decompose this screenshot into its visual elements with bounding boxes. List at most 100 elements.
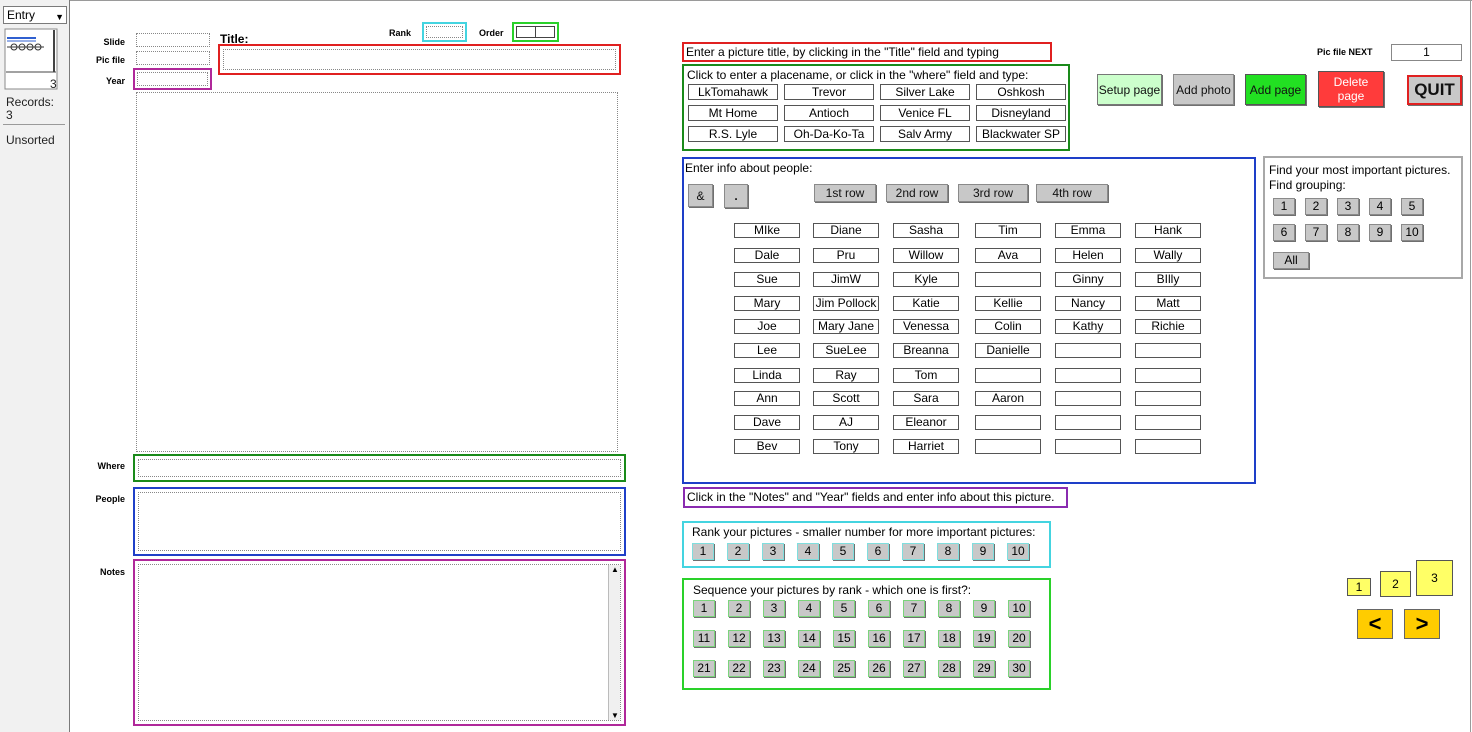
- rank-6-button[interactable]: 6: [867, 543, 889, 560]
- person-button[interactable]: Willow: [893, 248, 959, 263]
- sequence-1-button[interactable]: 1: [693, 600, 715, 617]
- sequence-25-button[interactable]: 25: [833, 660, 855, 677]
- picture-container[interactable]: [136, 92, 618, 452]
- find-8-button[interactable]: 8: [1337, 224, 1359, 241]
- sequence-28-button[interactable]: 28: [938, 660, 960, 677]
- person-button[interactable]: [975, 368, 1041, 383]
- person-button[interactable]: [1135, 415, 1201, 430]
- rank-10-button[interactable]: 10: [1007, 543, 1029, 560]
- rank-field[interactable]: [422, 22, 467, 42]
- sequence-2-button[interactable]: 2: [728, 600, 750, 617]
- place-button[interactable]: Blackwater SP: [976, 126, 1066, 142]
- person-button[interactable]: Hank: [1135, 223, 1201, 238]
- sequence-29-button[interactable]: 29: [973, 660, 995, 677]
- person-button[interactable]: Colin: [975, 319, 1041, 334]
- find-all-button[interactable]: All: [1273, 252, 1309, 269]
- record-number[interactable]: 3: [50, 77, 57, 91]
- person-button[interactable]: Katie: [893, 296, 959, 311]
- person-button[interactable]: Breanna: [893, 343, 959, 358]
- row-3-button[interactable]: 3rd row: [958, 184, 1028, 202]
- sequence-6-button[interactable]: 6: [868, 600, 890, 617]
- scroll-up-icon[interactable]: ▲: [611, 565, 619, 574]
- person-button[interactable]: Diane: [813, 223, 879, 238]
- sequence-19-button[interactable]: 19: [973, 630, 995, 647]
- person-button[interactable]: Aaron: [975, 391, 1041, 406]
- order-field[interactable]: [512, 22, 559, 42]
- person-button[interactable]: Venessa: [893, 319, 959, 334]
- find-7-button[interactable]: 7: [1305, 224, 1327, 241]
- find-1-button[interactable]: 1: [1273, 198, 1295, 215]
- person-button[interactable]: Joe: [734, 319, 800, 334]
- period-button[interactable]: .: [724, 184, 748, 208]
- pic-file-field[interactable]: [136, 51, 210, 65]
- rank-3-button[interactable]: 3: [762, 543, 784, 560]
- find-2-button[interactable]: 2: [1305, 198, 1327, 215]
- person-button[interactable]: Lee: [734, 343, 800, 358]
- sequence-20-button[interactable]: 20: [1008, 630, 1030, 647]
- rank-input[interactable]: [426, 26, 463, 38]
- person-button[interactable]: MIke: [734, 223, 800, 238]
- person-button[interactable]: [1055, 439, 1121, 454]
- person-button[interactable]: Dave: [734, 415, 800, 430]
- sequence-4-button[interactable]: 4: [798, 600, 820, 617]
- setup-page-button[interactable]: Setup page: [1097, 74, 1162, 105]
- where-input[interactable]: [138, 459, 621, 477]
- person-button[interactable]: Jim Pollock: [813, 296, 879, 311]
- sequence-15-button[interactable]: 15: [833, 630, 855, 647]
- place-button[interactable]: Salv Army: [880, 126, 970, 142]
- person-button[interactable]: Ginny: [1055, 272, 1121, 287]
- sequence-18-button[interactable]: 18: [938, 630, 960, 647]
- rank-1-button[interactable]: 1: [692, 543, 714, 560]
- sequence-21-button[interactable]: 21: [693, 660, 715, 677]
- find-10-button[interactable]: 10: [1401, 224, 1423, 241]
- people-input[interactable]: [138, 492, 621, 551]
- place-button[interactable]: Oshkosh: [976, 84, 1066, 100]
- place-button[interactable]: Silver Lake: [880, 84, 970, 100]
- person-button[interactable]: [1135, 343, 1201, 358]
- sequence-10-button[interactable]: 10: [1008, 600, 1030, 617]
- page-3-button[interactable]: 3: [1416, 560, 1453, 596]
- person-button[interactable]: Pru: [813, 248, 879, 263]
- person-button[interactable]: Scott: [813, 391, 879, 406]
- next-page-button[interactable]: >: [1404, 609, 1440, 639]
- title-field[interactable]: [218, 44, 621, 75]
- find-5-button[interactable]: 5: [1401, 198, 1423, 215]
- person-button[interactable]: Matt: [1135, 296, 1201, 311]
- rank-2-button[interactable]: 2: [727, 543, 749, 560]
- place-button[interactable]: Oh-Da-Ko-Ta: [784, 126, 874, 142]
- person-button[interactable]: BIlly: [1135, 272, 1201, 287]
- place-button[interactable]: LkTomahawk: [688, 84, 778, 100]
- person-button[interactable]: [1055, 415, 1121, 430]
- person-button[interactable]: Dale: [734, 248, 800, 263]
- find-9-button[interactable]: 9: [1369, 224, 1391, 241]
- ampersand-button[interactable]: &: [688, 184, 713, 207]
- sequence-22-button[interactable]: 22: [728, 660, 750, 677]
- person-button[interactable]: [975, 415, 1041, 430]
- where-field[interactable]: [133, 454, 626, 482]
- person-button[interactable]: Mary Jane: [813, 319, 879, 334]
- person-button[interactable]: Ann: [734, 391, 800, 406]
- person-button[interactable]: Tom: [893, 368, 959, 383]
- person-button[interactable]: [1135, 368, 1201, 383]
- person-button[interactable]: Ray: [813, 368, 879, 383]
- sequence-30-button[interactable]: 30: [1008, 660, 1030, 677]
- place-button[interactable]: Disneyland: [976, 105, 1066, 121]
- person-button[interactable]: Nancy: [1055, 296, 1121, 311]
- person-button[interactable]: Tony: [813, 439, 879, 454]
- row-2-button[interactable]: 2nd row: [886, 184, 948, 202]
- rank-8-button[interactable]: 8: [937, 543, 959, 560]
- title-input[interactable]: [223, 49, 616, 70]
- person-button[interactable]: Linda: [734, 368, 800, 383]
- person-button[interactable]: Sara: [893, 391, 959, 406]
- row-4-button[interactable]: 4th row: [1036, 184, 1108, 202]
- person-button[interactable]: Mary: [734, 296, 800, 311]
- place-button[interactable]: Antioch: [784, 105, 874, 121]
- person-button[interactable]: SueLee: [813, 343, 879, 358]
- person-button[interactable]: AJ: [813, 415, 879, 430]
- sequence-12-button[interactable]: 12: [728, 630, 750, 647]
- people-field[interactable]: [133, 487, 626, 556]
- find-4-button[interactable]: 4: [1369, 198, 1391, 215]
- page-1-button[interactable]: 1: [1347, 578, 1371, 596]
- person-button[interactable]: Sue: [734, 272, 800, 287]
- sequence-11-button[interactable]: 11: [693, 630, 715, 647]
